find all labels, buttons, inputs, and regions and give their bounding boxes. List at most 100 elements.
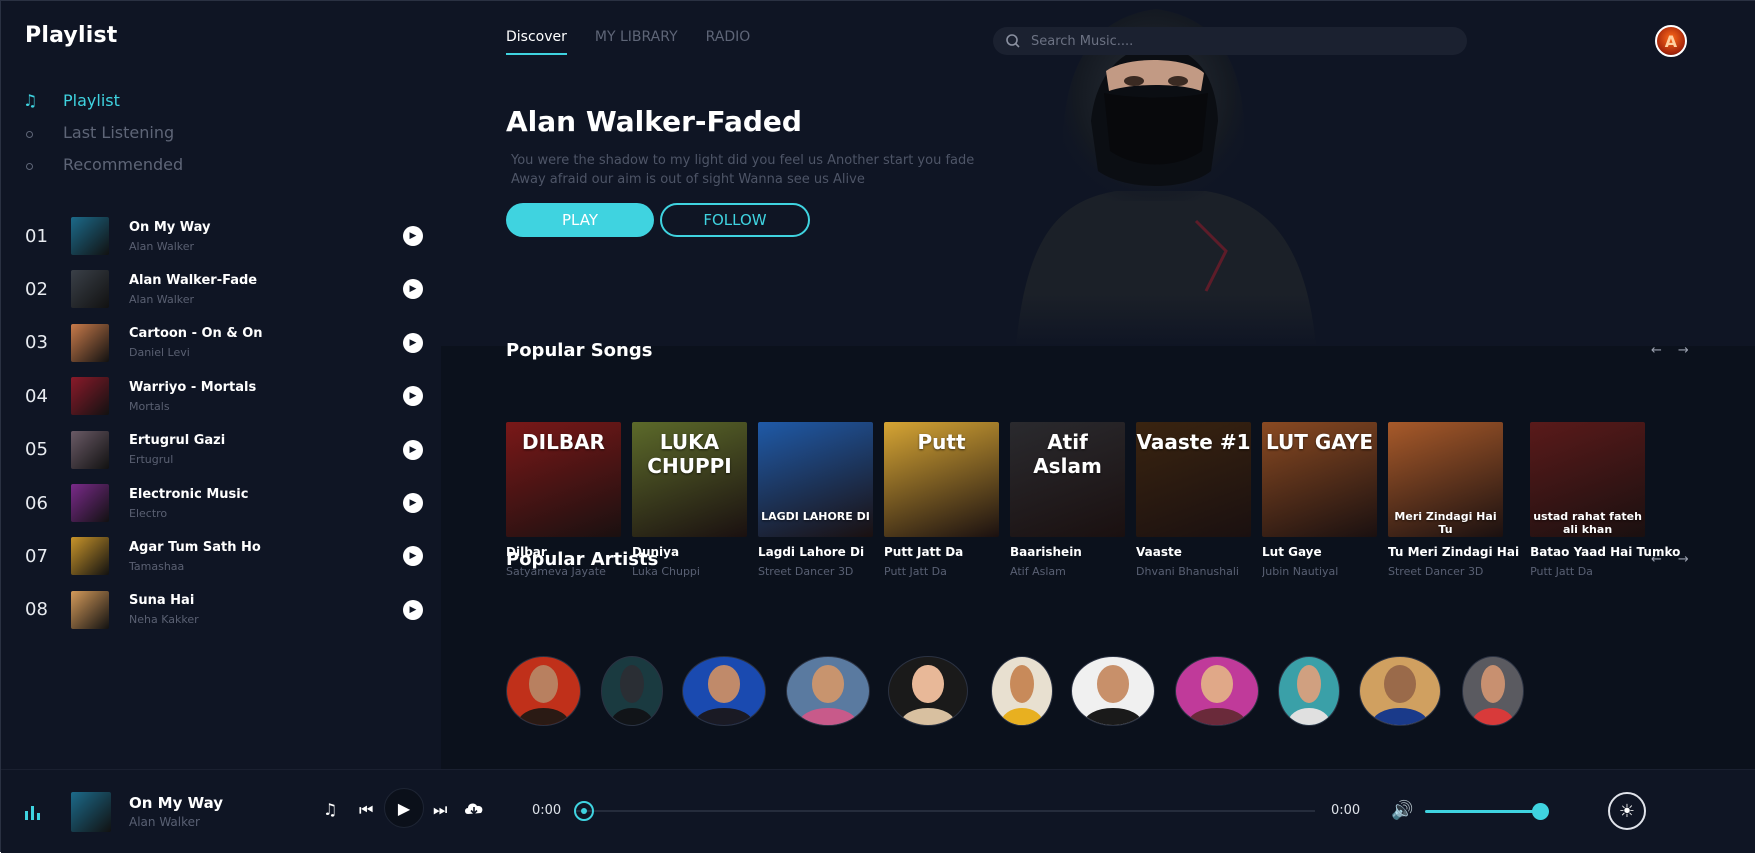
song-card[interactable]: Vaaste #1 Vaaste Dhvani Bhanushali [1136,422,1251,582]
play-circle-icon[interactable]: ▶ [403,599,423,620]
song-cover: DILBAR [506,422,621,537]
artist-avatar[interactable] [1071,656,1155,726]
track-number: 02 [25,278,48,300]
track-cover [71,217,109,255]
nav-item-recommended[interactable]: Recommended [23,155,183,174]
song-card[interactable]: ustad rahat fateh ali khan Batao Yaad Hai… [1530,422,1680,582]
download-icon[interactable] [463,800,485,818]
song-artist: Atif Aslam [1010,565,1066,578]
song-card[interactable]: LUKA CHUPPI Duniya Luka Chuppi [632,422,747,582]
artist-avatar[interactable] [601,656,663,726]
song-card[interactable]: Meri Zindagi Hai Tu Tu Meri Zindagi Hai St… [1388,422,1519,582]
song-card[interactable]: LUT GAYE Lut Gaye Jubin Nautiyal [1262,422,1377,582]
artist-face [1384,665,1416,704]
track-title: On My Way [129,219,211,235]
track-row[interactable]: 01 On My Way Alan Walker ▶ [25,211,425,261]
song-title: Lut Gaye [1262,545,1322,559]
volume-handle[interactable] [1532,803,1550,820]
track-title: Electronic Music [129,486,249,502]
search-bar [993,27,1467,55]
popular-songs-title: Popular Songs [506,340,653,361]
play-pause-button[interactable]: ▶ [384,788,424,828]
tab-discover[interactable]: Discover [506,29,567,55]
hero-description: You were the shadow to my light did you … [511,153,975,187]
artist-face [1010,665,1034,704]
artist-face [1096,665,1130,704]
artist-avatar[interactable] [888,656,968,726]
artist-avatar[interactable] [1278,656,1340,726]
song-title: Duniya [632,545,680,559]
track-row[interactable]: 08 Suna Hai Neha Kakker ▶ [25,585,425,635]
artist-avatar[interactable] [1462,656,1524,726]
song-cover: ustad rahat fateh ali khan [1530,422,1646,537]
song-card[interactable]: Atif Aslam Baarishein Atif Aslam [1010,422,1125,582]
previous-track-icon[interactable]: ⏮ [359,800,373,820]
track-number: 04 [25,385,48,407]
hero-banner: Discover MY LIBRARY RADIO A Alan Walker-… [441,1,1755,346]
track-row[interactable]: 04 Warriyo - Mortals Mortals ▶ [25,371,425,421]
play-circle-icon[interactable]: ▶ [403,439,423,460]
playlist-icon[interactable]: ♫ [323,800,337,819]
track-title: Alan Walker-Fade [129,272,258,288]
track-info: Cartoon - On & On Daniel Levi [129,326,403,359]
current-time: 0:00 [532,803,562,818]
play-circle-icon[interactable]: ▶ [403,226,423,246]
song-title: Vaaste [1136,545,1182,559]
track-cover [71,323,109,362]
track-row[interactable]: 06 Electronic Music Electro ▶ [25,478,425,528]
artist-face [528,665,559,704]
play-circle-icon[interactable]: ▶ [403,332,423,353]
track-info: Ertugrul Gazi Ertugrul [129,433,403,466]
track-cover [71,590,109,629]
play-circle-icon[interactable]: ▶ [403,546,423,567]
hero-title: Alan Walker-Faded [506,105,802,138]
song-artist: Putt Jatt Da [884,565,947,578]
track-row[interactable]: 05 Ertugrul Gazi Ertugrul ▶ [25,425,425,475]
song-cover: LUKA CHUPPI [632,422,747,537]
song-artist: Luka Chuppi [632,565,700,578]
cover-title: LUT GAYE [1265,430,1373,454]
tab-radio[interactable]: RADIO [706,29,751,55]
cover-title: LUKA CHUPPI [647,430,732,478]
artist-avatar[interactable] [682,656,766,726]
track-row[interactable]: 02 Alan Walker-Fade Alan Walker ▶ [25,264,425,314]
track-row[interactable]: 07 Agar Tum Sath Ho Tamashaa ▶ [25,531,425,581]
nav-item-playlist[interactable]: ♫ Playlist [23,91,120,110]
play-circle-icon[interactable]: ▶ [403,386,423,407]
artist-body [695,708,753,725]
play-circle-icon[interactable]: ▶ [403,493,423,513]
track-title: Cartoon - On & On [129,326,263,342]
next-track-icon[interactable]: ⏭ [433,800,447,820]
song-card[interactable]: DILBAR Dilbar Satyameva Jayate [506,422,621,582]
artist-avatar[interactable] [1175,656,1259,726]
follow-button[interactable]: FOLLOW [660,203,810,237]
artist-avatar[interactable] [1359,656,1441,726]
search-input[interactable] [1031,33,1451,49]
play-circle-icon[interactable]: ▶ [403,279,423,300]
track-row[interactable]: 03 Cartoon - On & On Daniel Levi ▶ [25,318,425,368]
arrow-left-icon[interactable]: ← [1651,343,1662,358]
track-artist: Mortals [129,399,170,413]
volume-slider[interactable] [1425,810,1541,813]
tab-my-library[interactable]: MY LIBRARY [595,29,678,55]
nav-item-last-listening[interactable]: Last Listening [23,123,174,142]
progress-bar[interactable] [575,810,1315,812]
artist-avatar[interactable] [506,656,581,726]
song-card[interactable]: LAGDI LAHORE DI Lagdi Lahore Di Street Dan… [758,422,873,582]
cover-title: ustad rahat fateh ali khan [1533,510,1642,536]
artist-body [611,708,653,725]
user-avatar[interactable]: A [1655,25,1687,57]
arrow-right-icon[interactable]: → [1678,343,1689,358]
theme-toggle-sun-icon[interactable]: ☀ [1608,792,1646,830]
search-icon [1006,34,1020,48]
track-info: Warriyo - Mortals Mortals [129,380,403,413]
artist-body [1001,708,1043,725]
artist-avatar[interactable] [991,656,1053,726]
artist-body [1372,708,1428,725]
play-button[interactable]: PLAY [506,203,654,237]
artist-avatar[interactable] [786,656,870,726]
track-number: 03 [25,332,48,354]
song-card[interactable]: Putt Putt Jatt Da Putt Jatt Da [884,422,999,582]
progress-handle[interactable] [574,801,594,821]
volume-icon[interactable]: 🔊 [1391,800,1413,821]
